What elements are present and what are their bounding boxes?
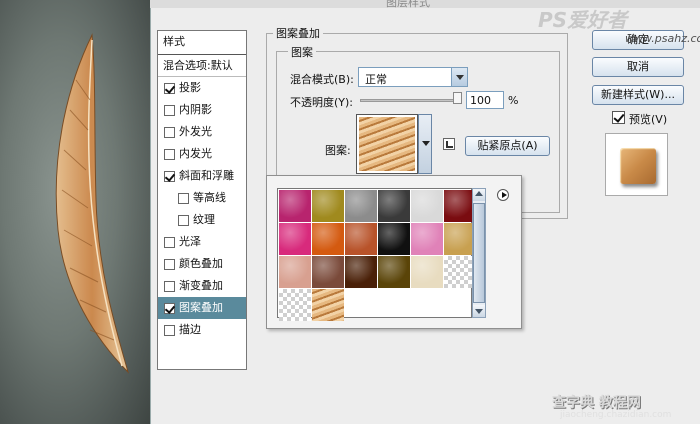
pattern-swatch[interactable] [378,190,410,222]
style-item[interactable]: 内发光 [158,143,246,165]
style-item[interactable]: 等高线 [158,187,246,209]
style-checkbox[interactable] [164,126,175,138]
style-checkbox[interactable] [164,302,175,314]
style-item-label: 内阴影 [179,103,212,116]
style-item[interactable]: 外发光 [158,121,246,143]
cancel-button[interactable]: 取消 [592,57,684,77]
pattern-overlay-title: 图案叠加 [273,25,323,41]
style-checkbox[interactable] [164,148,175,160]
pattern-swatch[interactable] [312,190,344,222]
pattern-preview[interactable] [356,114,418,174]
pattern-swatch[interactable] [279,223,311,255]
pattern-dropdown-button[interactable] [418,114,432,174]
pattern-swatch[interactable] [312,256,344,288]
watermark-url: www.psahz.com [625,32,700,45]
chevron-down-icon [451,68,467,86]
preview-tile [620,148,656,184]
document-canvas[interactable] [0,0,150,424]
style-item[interactable]: 渐变叠加 [158,275,246,297]
pattern-swatch[interactable] [279,190,311,222]
style-item-label: 光泽 [179,235,201,248]
opacity-slider-thumb[interactable] [453,92,462,104]
style-item-label: 纹理 [193,213,215,226]
opacity-unit: % [508,94,519,107]
feather-artwork [55,33,130,374]
pattern-label: 图案: [325,144,351,157]
blend-mode-value: 正常 [365,73,387,86]
style-preview-thumbnail [605,133,668,196]
pattern-group-title: 图案 [288,44,316,60]
snap-to-origin-button[interactable]: 贴紧原点(A) [465,136,550,156]
opacity-input[interactable]: 100 [466,91,504,109]
style-checkbox[interactable] [164,236,175,248]
style-item-label: 外发光 [179,125,212,138]
scroll-up-icon[interactable] [473,189,485,201]
scroll-thumb[interactable] [473,203,485,303]
style-item[interactable]: 描边 [158,319,246,341]
fur-pattern-swatch [359,117,415,171]
pattern-swatch[interactable] [345,256,377,288]
watermark-bottom: 查字典 教程网 [552,395,641,411]
style-checkbox[interactable] [164,82,175,94]
new-style-button[interactable]: 新建样式(W)... [592,85,684,105]
pattern-swatch[interactable] [312,289,344,321]
pattern-swatch[interactable] [411,256,443,288]
style-checkbox[interactable] [178,192,189,204]
pattern-grid [277,188,476,321]
opacity-label: 不透明度(Y): [290,96,354,109]
styles-list: 样式 混合选项:默认 投影内阴影外发光内发光斜面和浮雕等高线纹理光泽颜色叠加渐变… [157,30,247,370]
style-item[interactable]: 内阴影 [158,99,246,121]
style-item-label: 描边 [179,323,201,336]
scroll-down-icon[interactable] [473,305,485,317]
style-checkbox[interactable] [178,214,189,226]
style-checkbox[interactable] [164,324,175,336]
style-item[interactable]: 光泽 [158,231,246,253]
style-item[interactable]: 颜色叠加 [158,253,246,275]
style-item[interactable]: 投影 [158,77,246,99]
dialog-title: 图层样式 [386,0,430,9]
style-item-label: 渐变叠加 [179,279,223,292]
pattern-swatch[interactable] [345,223,377,255]
pattern-swatch[interactable] [378,256,410,288]
style-item-label: 投影 [179,81,201,94]
style-checkbox[interactable] [164,170,175,182]
new-preset-icon[interactable] [443,138,455,150]
blending-options-item[interactable]: 混合选项:默认 [158,55,246,77]
style-item[interactable]: 图案叠加 [158,297,246,319]
style-checkbox[interactable] [164,258,175,270]
pattern-swatch[interactable] [345,190,377,222]
styles-header[interactable]: 样式 [158,31,246,55]
style-item-label: 斜面和浮雕 [179,169,234,182]
watermark-logo: PS爱好者 [538,8,628,32]
pattern-swatch[interactable] [378,223,410,255]
picker-menu-icon[interactable] [497,189,509,201]
style-item-label: 颜色叠加 [179,257,223,270]
pattern-swatch[interactable] [411,190,443,222]
blend-mode-label: 混合模式(B): [290,73,354,86]
style-checkbox[interactable] [164,280,175,292]
opacity-slider[interactable] [360,99,460,102]
style-item[interactable]: 纹理 [158,209,246,231]
pattern-swatch[interactable] [279,256,311,288]
style-item-label: 图案叠加 [179,301,223,314]
style-item-label: 等高线 [193,191,226,204]
pattern-swatch[interactable] [312,223,344,255]
pattern-swatch[interactable] [411,223,443,255]
style-checkbox[interactable] [164,104,175,116]
pattern-scrollbar[interactable] [472,188,486,318]
watermark-bottom-url: jiaocheng.chazidian.com [560,410,672,420]
preview-checkbox[interactable] [612,111,625,124]
style-item[interactable]: 斜面和浮雕 [158,165,246,187]
blend-mode-select[interactable]: 正常 [358,67,468,87]
style-item-label: 内发光 [179,147,212,160]
preview-label: 预览(V) [629,113,668,126]
pattern-swatch[interactable] [279,289,311,321]
